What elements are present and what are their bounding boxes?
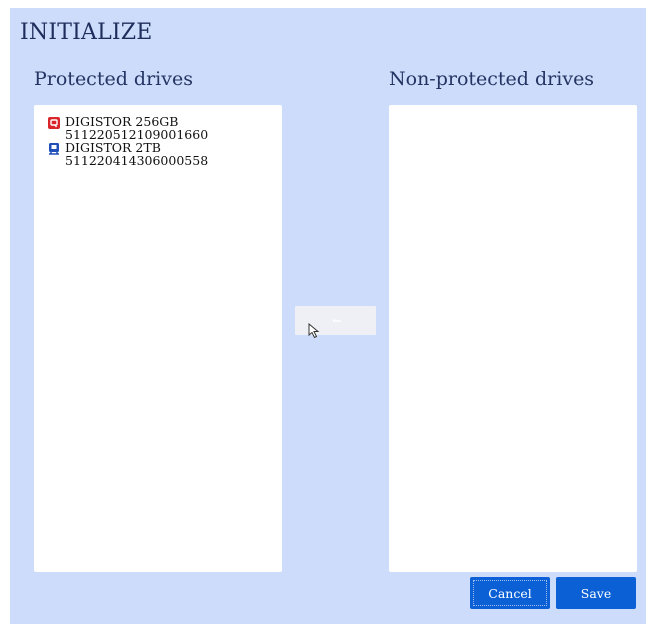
cancel-button[interactable]: Cancel — [470, 577, 550, 609]
dialog-title: INITIALIZE — [20, 20, 153, 45]
save-button[interactable]: Save — [556, 577, 636, 609]
mouse-cursor-icon — [308, 323, 320, 339]
arrow-left-icon — [332, 318, 341, 322]
blue-drive-icon — [49, 143, 59, 155]
drive-item-digistor-256gb[interactable]: DIGISTOR 256GB 511220512109001660 — [34, 115, 282, 141]
drive-serial: 511220414306000558 — [65, 153, 209, 168]
nonprotected-drives-list[interactable] — [389, 105, 637, 572]
initialize-dialog: INITIALIZE Protected drives Non-protecte… — [10, 8, 646, 624]
nonprotected-drives-label: Non-protected drives — [389, 68, 595, 90]
protected-drives-label: Protected drives — [34, 68, 193, 90]
protected-drives-list[interactable]: DIGISTOR 256GB 511220512109001660 DIGIST… — [34, 105, 282, 572]
red-lock-drive-icon — [48, 117, 60, 129]
drive-item-digistor-2tb[interactable]: DIGISTOR 2TB 511220414306000558 — [34, 141, 282, 167]
